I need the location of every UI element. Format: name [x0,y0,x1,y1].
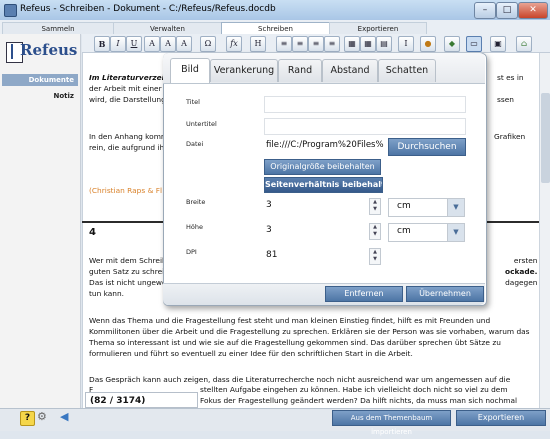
paragraph-gespraech-line3: Fokus der Fragestellung geändert werden?… [200,396,518,405]
sidebar-item-dokumente[interactable]: Dokumente [2,74,78,86]
special-char-button[interactable]: Ω [200,36,216,52]
scrollbar-thumb[interactable] [541,93,550,183]
text-line: ockade. [505,267,538,276]
paragraph-gespraech-line2: stellten Aufgabe eingehen zu können. Hab… [200,385,508,394]
maximize-button[interactable]: □ [496,2,518,19]
chart-icon[interactable]: ◆ [444,36,460,52]
sidebar-item-notiz[interactable]: Notiz [2,90,78,102]
text-line: Grafiken [494,132,526,141]
underline-button[interactable]: U [126,36,142,52]
chevron-down-icon: ▼ [447,224,464,241]
font-style-button[interactable]: A [176,36,192,52]
cursor-button[interactable]: I [398,36,414,52]
refeus-logo: Refeus [6,41,78,63]
label-untertitel: Untertitel [186,120,217,128]
back-arrow-icon[interactable]: ◀ [60,410,68,423]
seitenverhaeltnis-button[interactable]: Seitenverhältnis beibehalten [264,177,383,193]
hoehe-unit-value: cm [397,226,411,236]
dialog-tab-abstand[interactable]: Abstand [322,59,378,82]
breite-unit-select[interactable]: cm ▼ [388,198,465,217]
label-hoehe: Höhe [186,223,203,231]
entfernen-button[interactable]: Entfernen [325,286,403,302]
text-line: dagegen [505,278,538,287]
image-icon[interactable]: ▭ [466,36,482,52]
dialog-tab-bild[interactable]: Bild [170,58,210,83]
themenbaum-import-button[interactable]: Aus dem Themenbaum importieren [332,410,451,436]
align-right-button[interactable]: ≡ [308,36,324,52]
hoehe-unit-select[interactable]: cm ▼ [388,223,465,242]
paragraph-gespraech-line1: Das Gespräch kann auch zeigen, dass die … [89,375,511,384]
close-button[interactable]: ✕ [518,2,548,19]
breite-unit-value: cm [397,201,411,211]
chevron-down-icon: ▼ [447,199,464,216]
italic-button[interactable]: I [110,36,126,52]
label-datei: Datei [186,140,204,148]
label-titel: Titel [186,98,200,106]
breite-value: 3 [266,200,272,210]
paragraph-thema: Wenn das Thema und die Fragestellung fes… [89,316,530,358]
formula-button[interactable]: fx [226,36,242,52]
hoehe-value: 3 [266,225,272,235]
breite-input[interactable]: 3 [264,198,368,214]
window-title: Refeus - Schreiben - Dokument - C:/Refeu… [20,4,276,14]
note-icon[interactable]: ● [420,36,436,52]
settings-icon[interactable]: ⚙ [37,410,47,423]
export-icon[interactable]: ⌂ [516,36,532,52]
font-color-button[interactable]: A [144,36,160,52]
untertitel-input[interactable] [264,118,466,135]
document-scrollbar[interactable] [539,53,550,408]
table-edit-button[interactable]: ▦ [360,36,376,52]
exportieren-button[interactable]: Exportieren [456,410,546,426]
text-line: ersten [513,256,538,265]
app-icon [4,4,17,17]
word-counter: (82 / 3174) [85,392,198,408]
align-center-button[interactable]: ≡ [292,36,308,52]
hoehe-spinner[interactable]: ▲ ▼ [369,223,381,240]
table-button[interactable]: ▦ [344,36,360,52]
citation-text: (Christian Raps & Fl [89,186,162,195]
uebernehmen-button[interactable]: Übernehmen [406,286,484,302]
durchsuchen-button[interactable]: Durchsuchen [388,138,466,156]
page-number: 4 [89,227,96,238]
title-bar: Refeus - Schreiben - Dokument - C:/Refeu… [0,0,550,21]
highlight-button[interactable]: A [160,36,176,52]
help-icon[interactable]: ? [20,411,35,426]
logo-text: Refeus [20,41,78,59]
label-dpi: DPI [186,248,197,256]
dialog-tab-rand[interactable]: Rand [278,59,322,82]
titel-input[interactable] [264,96,466,113]
frame-icon[interactable]: ▣ [490,36,506,52]
text-line: st es in [497,73,524,82]
dpi-value: 81 [266,250,278,260]
justify-button[interactable]: ≡ [324,36,340,52]
label-breite: Breite [186,198,206,206]
dpi-spinner[interactable]: ▲ ▼ [369,248,381,265]
paragraph-literatur-right: st es in ssen [497,72,524,105]
heading-button[interactable]: H [250,36,266,52]
dialog-tab-verankerung[interactable]: Verankerung [210,59,278,82]
insert-list-button[interactable]: ▤ [376,36,392,52]
hoehe-input[interactable]: 3 [264,223,368,239]
align-left-button[interactable]: ≡ [276,36,292,52]
dialog-tab-schatten[interactable]: Schatten [378,59,436,82]
originalgroesse-button[interactable]: Originalgröße beibehalten [264,159,381,175]
text-line: ssen [497,95,514,104]
datei-value: file:///C:/Program%20Files% [266,140,384,150]
paragraph-schreibstart-right: ersten ockade. dagegen [505,256,538,288]
breite-spinner[interactable]: ▲ ▼ [369,198,381,215]
dpi-input[interactable]: 81 [264,248,368,264]
datei-input[interactable]: file:///C:/Program%20Files% [264,138,384,154]
bold-button[interactable]: B [94,36,110,52]
minimize-button[interactable]: – [474,2,496,19]
